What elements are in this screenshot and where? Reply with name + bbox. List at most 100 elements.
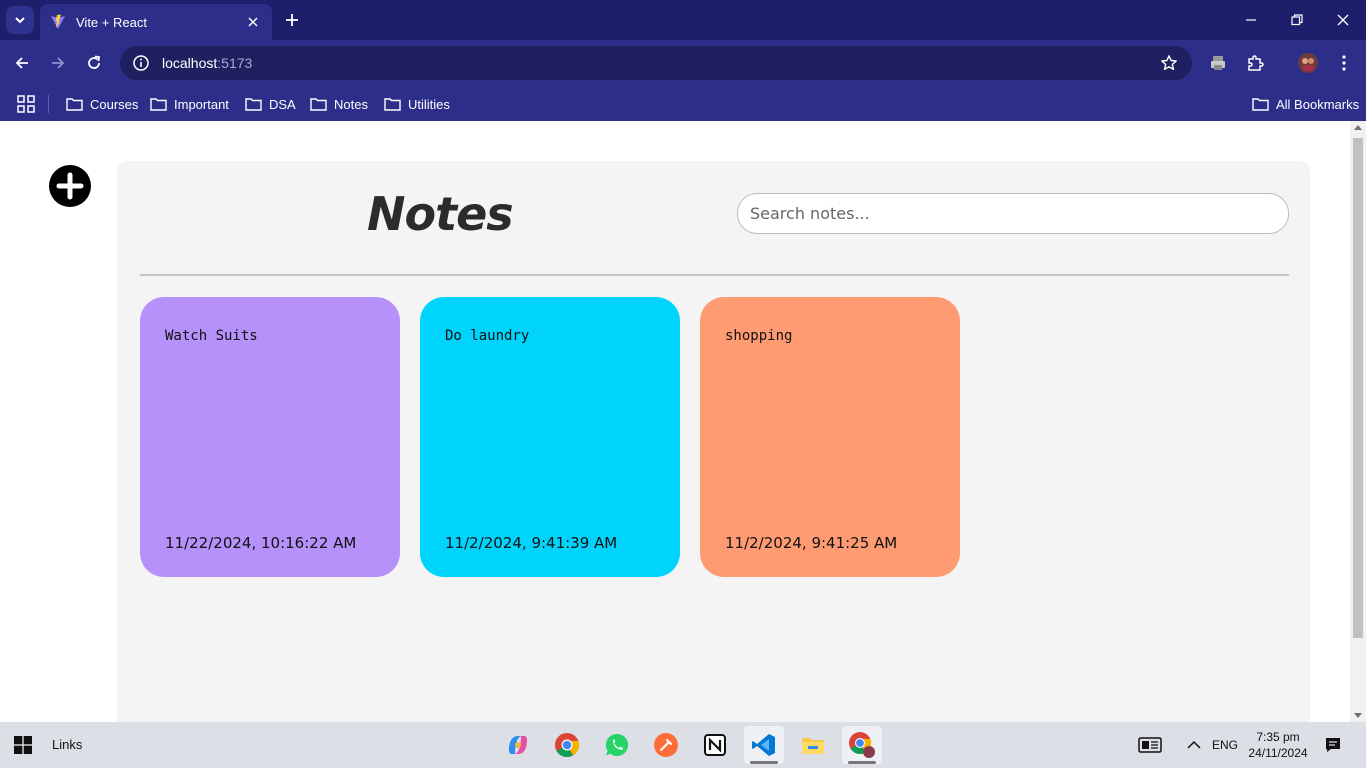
vite-logo-icon xyxy=(51,14,65,29)
notes-panel: Notes Watch Suits 11/22/2024, 10:16:22 A… xyxy=(117,161,1310,722)
clock-date: 24/11/2024 xyxy=(1248,746,1308,760)
bookmark-star-icon[interactable] xyxy=(1160,54,1178,72)
close-icon xyxy=(1337,14,1349,26)
news-widget-icon xyxy=(1138,737,1162,753)
scroll-up-arrow-icon[interactable] xyxy=(1354,125,1362,130)
address-bar-url: localhost:5173 xyxy=(162,55,252,71)
tray-clock[interactable]: 7:35 pm 24/11/2024 xyxy=(1244,729,1312,761)
plus-circle-icon xyxy=(49,164,91,207)
folder-icon xyxy=(66,98,83,111)
page-viewport: Notes Watch Suits 11/22/2024, 10:16:22 A… xyxy=(0,121,1366,722)
all-bookmarks-label: All Bookmarks xyxy=(1276,96,1360,112)
note-date: 11/22/2024, 10:16:22 AM xyxy=(165,534,357,552)
bookmark-label: Courses xyxy=(90,96,139,112)
note-text: shopping xyxy=(725,328,793,344)
bookmark-folder-courses[interactable]: Courses xyxy=(66,92,138,116)
bookmark-folder-important[interactable]: Important xyxy=(150,92,229,116)
browser-menu-button[interactable] xyxy=(1332,51,1356,75)
chevron-down-icon xyxy=(15,17,25,24)
minimize-icon xyxy=(1246,19,1256,21)
running-indicator xyxy=(750,761,778,764)
folder-icon xyxy=(1252,98,1269,111)
taskbar-links-toolbar[interactable]: Links xyxy=(52,737,82,752)
note-date: 11/2/2024, 9:41:39 AM xyxy=(445,534,618,552)
notification-center-button[interactable] xyxy=(1324,722,1342,768)
header-divider xyxy=(140,274,1289,276)
file-explorer-icon xyxy=(802,738,824,754)
tray-news-icon[interactable] xyxy=(1138,722,1162,768)
arrow-right-icon xyxy=(52,57,65,69)
taskbar-whatsapp[interactable] xyxy=(597,726,637,764)
windows-start-icon[interactable] xyxy=(14,736,32,754)
restore-icon xyxy=(1291,14,1303,26)
bookmark-label: Important xyxy=(174,96,229,112)
extensions-button[interactable] xyxy=(1243,51,1267,75)
taskbar-chrome-profile[interactable] xyxy=(842,726,882,764)
url-host: localhost xyxy=(162,55,218,71)
scroll-down-arrow-icon[interactable] xyxy=(1354,713,1362,718)
bookmark-folder-utilities[interactable]: Utilities xyxy=(384,92,450,116)
bookmarks-bar: Courses Important DSA Notes Utilities Al… xyxy=(0,86,1366,121)
close-window-button[interactable] xyxy=(1320,0,1366,40)
browser-tab-strip: Vite + React xyxy=(0,0,1366,40)
forward-button[interactable] xyxy=(44,49,72,77)
note-card[interactable]: Watch Suits 11/22/2024, 10:16:22 AM xyxy=(140,297,400,577)
extension-button[interactable] xyxy=(1206,51,1230,75)
notification-icon xyxy=(1326,738,1340,752)
arrow-left-icon xyxy=(15,57,28,69)
note-card[interactable]: Do laundry 11/2/2024, 9:41:39 AM xyxy=(420,297,680,577)
restore-button[interactable] xyxy=(1274,0,1320,40)
back-button[interactable] xyxy=(8,49,36,77)
puzzle-icon xyxy=(1248,55,1264,71)
folder-icon xyxy=(150,98,167,111)
vscode-icon xyxy=(752,734,775,756)
windows-taskbar: Links ENG 7:35 pm 24/11/2024 xyxy=(0,722,1366,768)
search-input[interactable] xyxy=(737,193,1289,234)
profile-avatar[interactable] xyxy=(1296,51,1320,75)
add-note-button[interactable] xyxy=(40,163,100,208)
bookmark-label: DSA xyxy=(269,96,296,112)
more-vertical-icon xyxy=(1342,55,1346,71)
taskbar-notion[interactable] xyxy=(695,726,735,764)
minimize-button[interactable] xyxy=(1228,0,1274,40)
address-bar[interactable]: localhost:5173 xyxy=(120,46,1192,80)
new-tab-button[interactable] xyxy=(280,8,304,32)
site-info-icon[interactable] xyxy=(132,54,150,72)
browser-toolbar: localhost:5173 xyxy=(0,40,1366,86)
taskbar-postman[interactable] xyxy=(646,726,686,764)
notion-icon xyxy=(704,734,726,756)
postman-icon xyxy=(654,733,678,757)
whatsapp-icon xyxy=(605,733,629,756)
folder-icon xyxy=(245,98,262,111)
note-text: Do laundry xyxy=(445,328,530,344)
tab-title: Vite + React xyxy=(76,14,147,30)
chrome-icon xyxy=(555,733,580,758)
apps-grid-icon[interactable] xyxy=(16,94,36,114)
folder-icon xyxy=(384,98,401,111)
bookmark-label: Utilities xyxy=(408,96,450,112)
browser-tab[interactable]: Vite + React xyxy=(40,4,272,40)
avatar-icon xyxy=(1298,53,1318,73)
copilot-icon xyxy=(509,736,527,754)
printer-extension-icon xyxy=(1211,56,1225,70)
note-date: 11/2/2024, 9:41:25 AM xyxy=(725,534,898,552)
taskbar-vscode[interactable] xyxy=(744,726,784,764)
reload-button[interactable] xyxy=(80,49,108,77)
chrome-profile-icon xyxy=(849,732,875,758)
tray-overflow-button[interactable] xyxy=(1187,722,1201,768)
taskbar-copilot[interactable] xyxy=(498,726,538,764)
tray-language[interactable]: ENG xyxy=(1212,722,1238,768)
all-bookmarks-button[interactable]: All Bookmarks xyxy=(1252,92,1359,116)
taskbar-chrome[interactable] xyxy=(547,726,587,764)
tab-search-button[interactable] xyxy=(6,6,34,34)
tab-close-icon[interactable] xyxy=(244,13,262,31)
page-title: Notes xyxy=(367,187,514,241)
url-port: :5173 xyxy=(217,55,253,71)
scrollbar-thumb[interactable] xyxy=(1353,138,1363,638)
bookmark-folder-dsa[interactable]: DSA xyxy=(245,92,296,116)
page-scrollbar[interactable] xyxy=(1350,121,1366,722)
plus-icon xyxy=(286,14,298,26)
taskbar-file-explorer[interactable] xyxy=(793,726,833,764)
note-card[interactable]: shopping 11/2/2024, 9:41:25 AM xyxy=(700,297,960,577)
bookmark-folder-notes[interactable]: Notes xyxy=(310,92,368,116)
